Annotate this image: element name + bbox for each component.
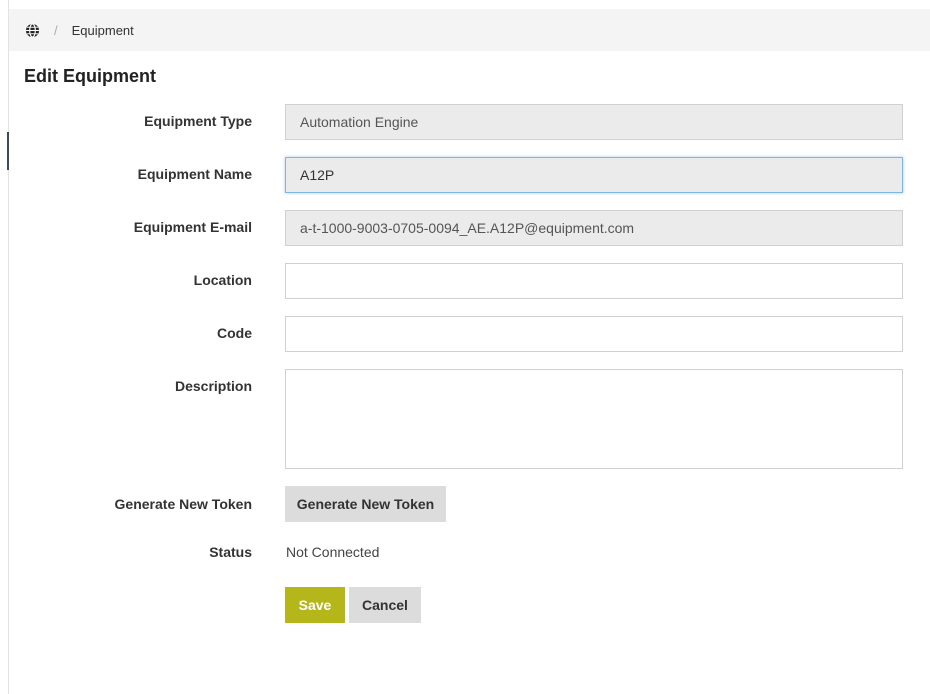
breadcrumb-separator: / [54,22,58,38]
left-scroll-indicator [7,132,9,170]
equipment-email-label: Equipment E-mail [133,219,252,235]
equipment-email-field[interactable] [285,210,903,246]
status-label: Status [209,544,252,560]
breadcrumb-item-equipment[interactable]: Equipment [72,23,134,38]
equipment-name-field[interactable] [285,157,903,193]
cancel-button[interactable]: Cancel [349,587,421,623]
globe-icon[interactable] [24,22,40,38]
page-title: Edit Equipment [24,66,156,86]
code-field[interactable] [285,316,903,352]
location-field[interactable] [285,263,903,299]
location-label: Location [193,272,252,288]
save-button[interactable]: Save [285,587,345,623]
code-label: Code [217,325,252,341]
generate-token-label: Generate New Token [114,496,252,512]
description-field[interactable] [285,369,903,469]
breadcrumb: / Equipment [9,9,930,51]
equipment-type-field[interactable] [285,104,903,140]
left-border [8,0,9,694]
status-value: Not Connected [286,544,380,560]
equipment-name-label: Equipment Name [137,166,252,182]
description-label: Description [174,378,252,394]
equipment-type-label: Equipment Type [144,113,252,129]
generate-token-button[interactable]: Generate New Token [285,486,446,522]
